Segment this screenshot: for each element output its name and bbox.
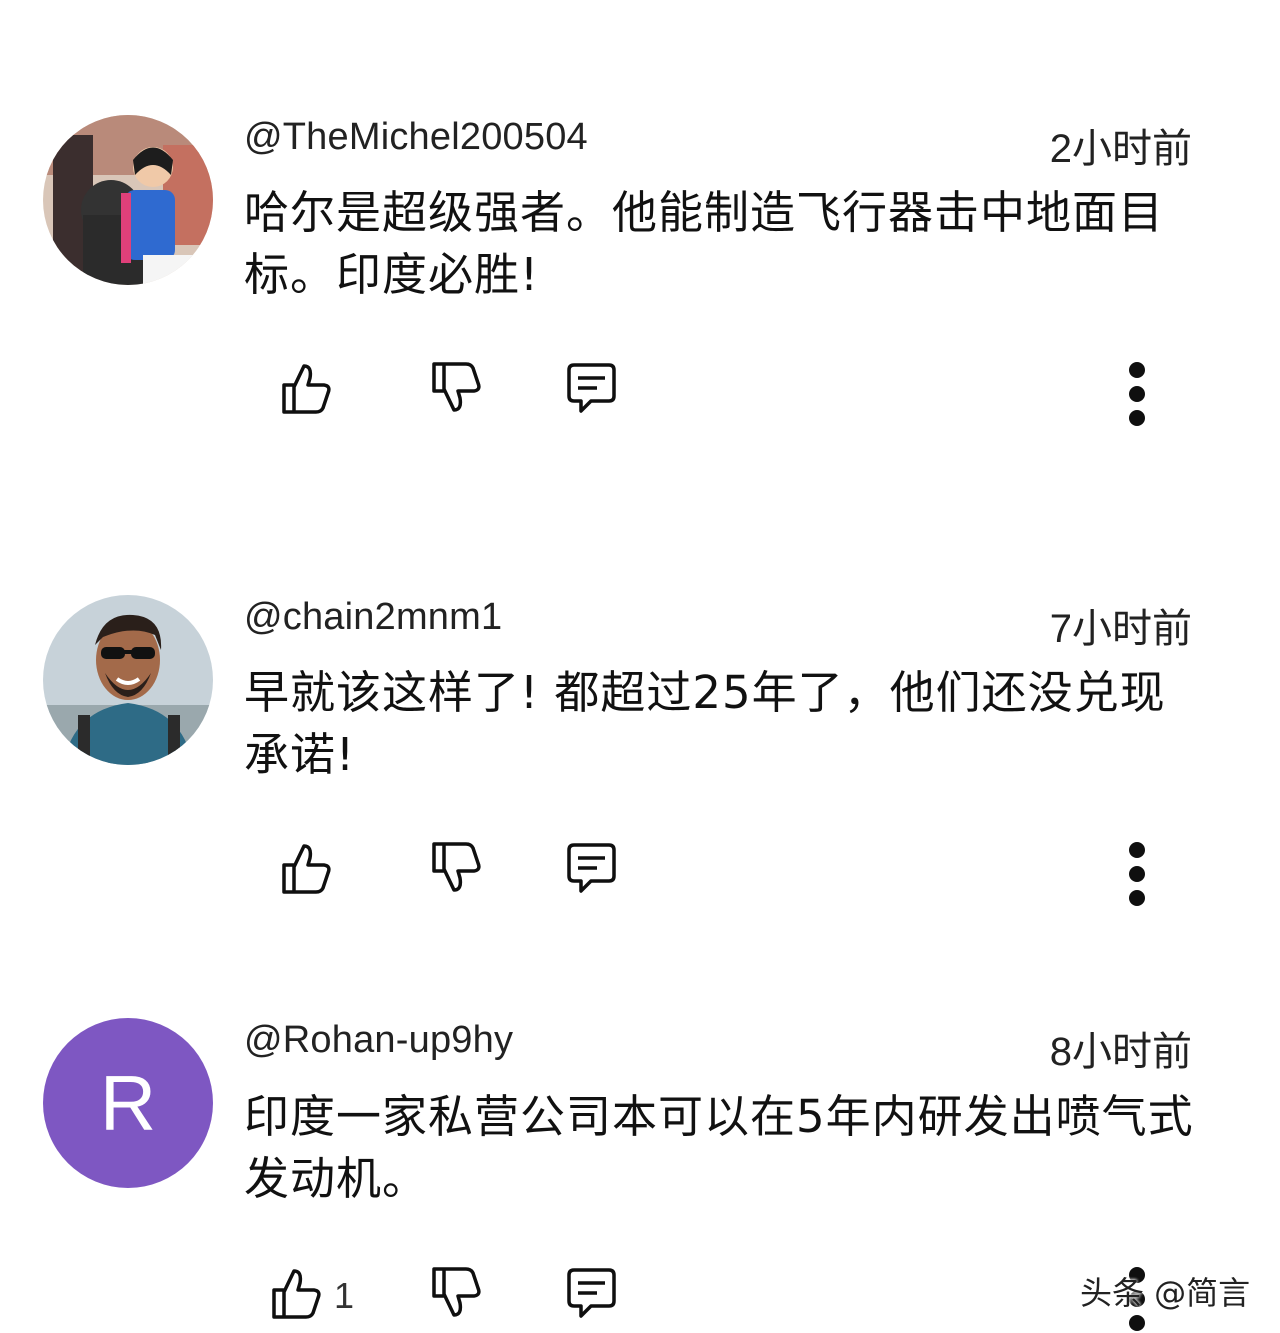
thumb-up-icon[interactable] — [276, 358, 336, 418]
avatar[interactable] — [43, 595, 213, 765]
like-count: 1 — [334, 1275, 355, 1316]
comment-actions — [0, 838, 1280, 908]
thumb-down-icon[interactable] — [426, 1263, 486, 1323]
comment-text: 哈尔是超级强者。他能制造飞行器击中地面目标。印度必胜! — [244, 186, 1165, 301]
comment-icon[interactable] — [561, 1263, 621, 1323]
comment-icon[interactable] — [561, 838, 621, 898]
comment-timestamp: 2小时前 — [1049, 127, 1192, 171]
thumb-down-icon[interactable] — [426, 358, 486, 418]
comment-timestamp: 8小时前 — [1049, 1030, 1192, 1074]
comment-text: 印度一家私营公司本可以在5年内研发出喷气式发动机。 — [244, 1090, 1194, 1205]
comment-text: 早就该这样了! 都超过25年了，他们还没兑现承诺! — [244, 666, 1166, 781]
more-vert-icon[interactable] — [1122, 842, 1152, 906]
comment-actions — [0, 358, 1280, 428]
thumb-up-icon[interactable] — [276, 838, 336, 898]
comment-timestamp: 7小时前 — [1049, 607, 1192, 651]
comment-author[interactable]: @chain2mnm1 — [244, 596, 502, 639]
comment-author[interactable]: @Rohan-up9hy — [244, 1019, 513, 1062]
comment-author[interactable]: @TheMichel200504 — [244, 116, 588, 159]
avatar[interactable] — [43, 115, 213, 285]
comment-icon[interactable] — [561, 358, 621, 418]
thumb-up-icon[interactable] — [266, 1263, 326, 1323]
watermark: 头条 @简言 — [1080, 1274, 1251, 1312]
avatar[interactable]: R — [43, 1018, 213, 1188]
thumb-down-icon[interactable] — [426, 838, 486, 898]
more-vert-icon[interactable] — [1122, 362, 1152, 426]
